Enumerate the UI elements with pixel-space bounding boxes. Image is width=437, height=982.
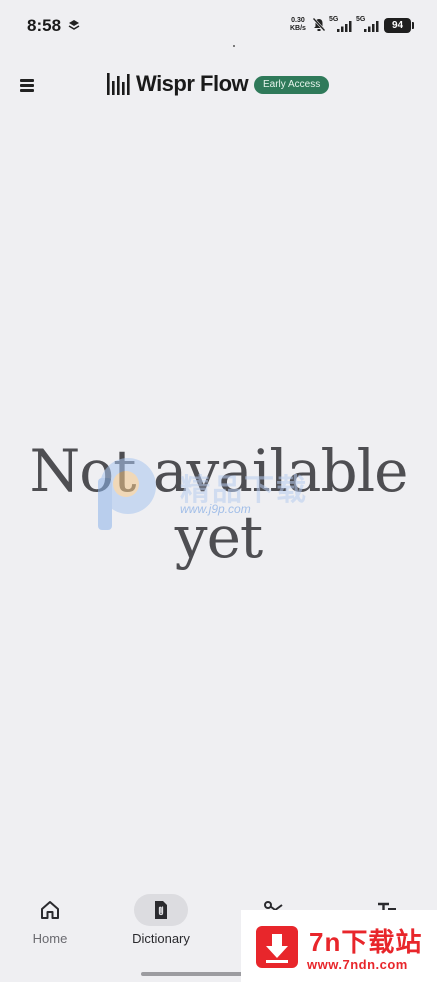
watermark-corner-title: 7n下载站 (309, 927, 423, 957)
signal-bars-icon (337, 21, 352, 32)
battery-indicator: 94 (384, 18, 414, 33)
home-icon (41, 901, 59, 919)
signal-5g-1: 5G (329, 16, 353, 33)
nav-label-dictionary: Dictionary (132, 931, 190, 946)
watermark-corner: 7n下载站 www.7ndn.com (241, 910, 437, 982)
wispr-logo-icon (107, 73, 130, 95)
menu-button[interactable] (14, 73, 40, 97)
status-time: 8:58 (27, 16, 62, 35)
document-clip-icon (155, 901, 167, 919)
menu-icon-line (20, 89, 34, 92)
menu-icon-line (20, 84, 34, 87)
menu-icon-line (20, 79, 34, 82)
download-arrow-icon (256, 926, 298, 968)
watermark-center-url: www.j9p.com (180, 502, 251, 516)
watermark-corner-url: www.7ndn.com (307, 957, 408, 972)
brand-name: Wispr Flow (136, 71, 249, 96)
early-access-badge: Early Access (254, 76, 330, 94)
network-speed-value: 0.30 (291, 17, 305, 24)
nav-label-home: Home (32, 931, 68, 946)
nav-item-dictionary[interactable]: Dictionary (111, 886, 211, 956)
network-speed-unit: KB/s (290, 25, 306, 32)
network-speed: 0.30 KB/s (290, 17, 306, 33)
layers-icon (68, 20, 80, 30)
nav-item-home[interactable]: Home (0, 886, 100, 956)
signal-5g-2: 5G (356, 16, 380, 33)
status-bar: 8:58 0.30 KB/s 5G 5G 94 (0, 0, 437, 52)
app-header: Wispr Flow Early Access (0, 60, 437, 110)
camera-dot (233, 45, 235, 47)
signal-bars-icon (364, 21, 379, 32)
bell-muted-icon (312, 17, 326, 32)
